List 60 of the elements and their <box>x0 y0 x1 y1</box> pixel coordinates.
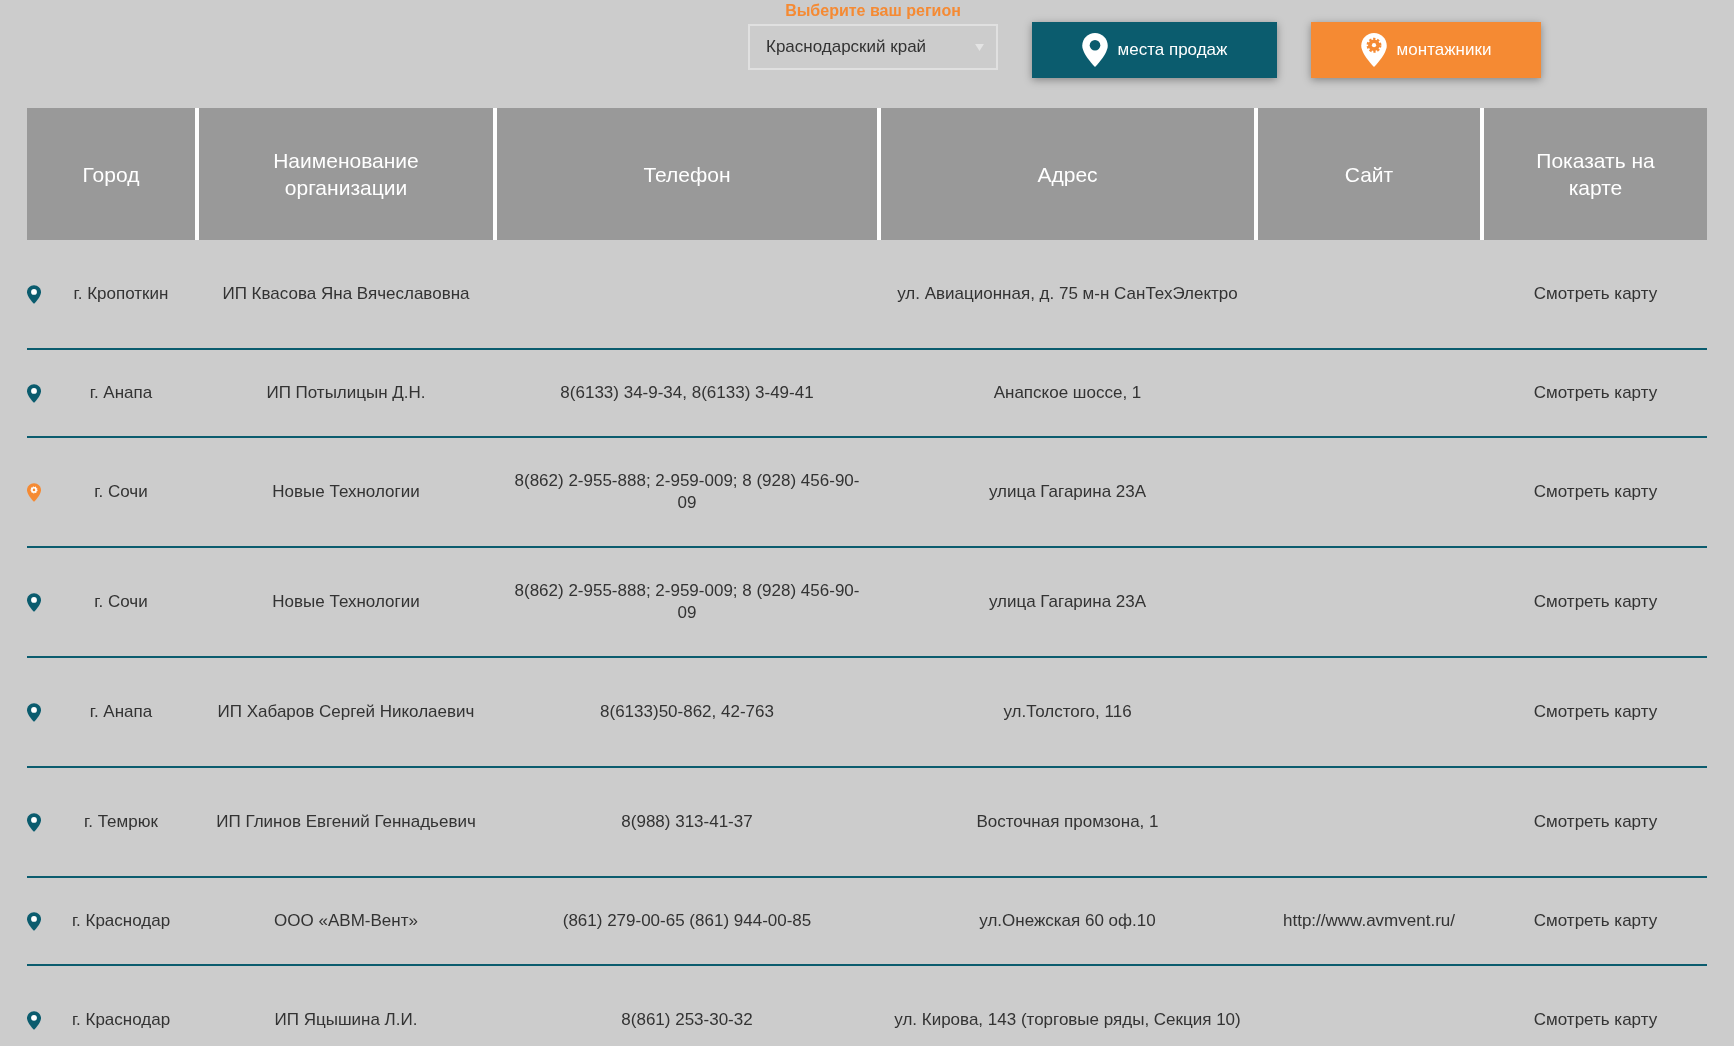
region-label: Выберите ваш регион <box>785 2 961 20</box>
map-pin-icon <box>27 1010 41 1030</box>
column-header: Показать на карте <box>1484 108 1707 240</box>
column-header: Адрес <box>881 108 1254 240</box>
column-header: Сайт <box>1258 108 1480 240</box>
show-map-link[interactable]: Смотреть карту <box>1533 1009 1658 1031</box>
organization-cell: ИП Глинов Евгений Геннадьевич <box>216 811 476 833</box>
phone-cell: 8(988) 313-41-37 <box>621 811 753 833</box>
map-pin-icon <box>27 284 41 304</box>
organization-cell: ИП Яцышина Л.И. <box>274 1009 418 1031</box>
phone-cell: (861) 279-00-65 (861) 944-00-85 <box>562 910 812 932</box>
map-pin-icon <box>27 592 41 612</box>
city-cell-text: г. Краснодар <box>70 1009 172 1031</box>
organization-cell: Новые Технологии <box>272 591 420 613</box>
phone-cell: 8(6133)50-862, 42-763 <box>600 701 774 723</box>
show-map-link[interactable]: Смотреть карту <box>1533 283 1658 305</box>
column-header: Телефон <box>497 108 877 240</box>
city-cell-text: г. Краснодар <box>70 910 172 932</box>
map-pin-icon <box>27 383 41 403</box>
organization-cell: ИП Потылицын Д.Н. <box>266 382 426 404</box>
column-header: Наименование организации <box>199 108 493 240</box>
city-cell-text: г. Темрюк <box>83 811 159 833</box>
show-map-link[interactable]: Смотреть карту <box>1533 811 1658 833</box>
address-cell: улица Гагарина 23А <box>988 591 1147 613</box>
gear-pin-icon <box>1360 33 1387 67</box>
column-header: Город <box>27 108 195 240</box>
show-map-link[interactable]: Смотреть карту <box>1533 701 1658 723</box>
show-map-link[interactable]: Смотреть карту <box>1533 910 1658 932</box>
phone-cell: 8(6133) 34-9-34, 8(6133) 3-49-41 <box>560 382 814 404</box>
address-cell: ул.Толстого, 116 <box>1003 701 1132 723</box>
address-cell: ул. Авиационная, д. 75 м-н СанТехЭлектро <box>897 283 1238 305</box>
organization-cell: Новые Технологии <box>272 481 420 503</box>
show-map-link[interactable]: Смотреть карту <box>1533 591 1658 613</box>
city-cell-text: г. Анапа <box>88 701 154 723</box>
city-cell-text: г. Сочи <box>93 591 149 613</box>
city-cell-text: г. Анапа <box>88 382 154 404</box>
address-cell: ул.Онежская 60 оф.10 <box>979 910 1156 932</box>
map-pin-icon <box>27 911 41 931</box>
address-cell: Анапское шоссе, 1 <box>993 382 1142 404</box>
dropdown-caret-icon <box>975 43 984 51</box>
filter-button[interactable]: места продаж <box>1032 22 1277 78</box>
address-cell: Восточная промзона, 1 <box>976 811 1159 833</box>
phone-cell-text: 8(862) 2-955-888; 2-959-009; 8 (928) 456-90-09 <box>513 470 861 514</box>
address-cell: улица Гагарина 23А <box>988 481 1147 503</box>
organization-cell: ООО «АВМ-Вент» <box>274 910 418 932</box>
show-map-link[interactable]: Смотреть карту <box>1533 481 1658 503</box>
map-pin-icon <box>27 702 41 722</box>
organization-cell: ИП Хабаров Сергей Николаевич <box>217 701 475 723</box>
address-cell: ул. Кирова, 143 (торговые ряды, Секция 10) <box>894 1009 1241 1031</box>
city-cell-text: г. Сочи <box>93 481 149 503</box>
map-pin-icon <box>1081 33 1108 67</box>
organization-cell: ИП Квасова Яна Вячеславовна <box>222 283 470 305</box>
show-map-link[interactable]: Смотреть карту <box>1533 382 1658 404</box>
map-pin-icon <box>27 812 41 832</box>
phone-cell-text: 8(862) 2-955-888; 2-959-009; 8 (928) 456-90-09 <box>513 580 861 624</box>
gear-pin-icon <box>27 482 41 502</box>
website-link[interactable]: http://www.avmvent.ru/ <box>1283 910 1455 932</box>
region-select[interactable]: Краснодарский край <box>748 24 998 70</box>
phone-cell: 8(861) 253-30-32 <box>621 1009 753 1031</box>
city-cell-text: г. Кропоткин <box>72 283 170 305</box>
